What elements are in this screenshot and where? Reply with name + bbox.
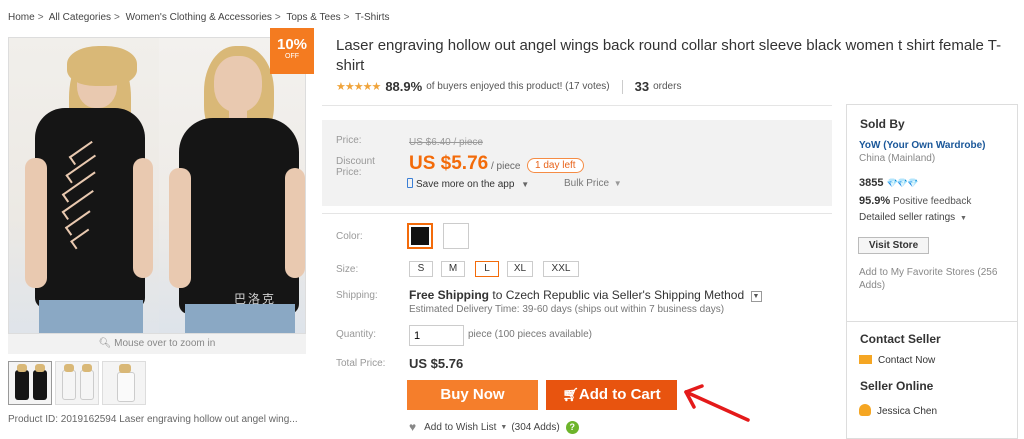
product-id: Product ID: 2019162594 Laser engraving h… [8, 414, 298, 425]
shipping-label: Shipping: [336, 290, 378, 301]
seller-online-heading: Seller Online [860, 379, 934, 393]
original-price: US $6.40 / piece [409, 137, 483, 148]
rating-stars-icon: ★★★★★ [336, 81, 381, 93]
size-option-xxl[interactable]: XXL [543, 261, 579, 277]
thumbnail-1[interactable] [8, 361, 52, 405]
delivery-estimate: Estimated Delivery Time: 39-60 days (shi… [409, 304, 725, 315]
discount-badge-text: OFF [285, 53, 299, 60]
shipping-info: Free Shipping to Czech Republic via Sell… [409, 288, 762, 302]
breadcrumb: Home > All Categories > Women's Clothing &… [8, 12, 390, 23]
seller-score-row: 3855 💎💎💎 [859, 177, 919, 189]
total-price-label: Total Price: [336, 358, 386, 369]
divider [322, 105, 832, 106]
heart-icon[interactable]: ♥ [409, 420, 416, 434]
red-arrow-annotation [684, 384, 750, 422]
phone-icon [407, 178, 413, 188]
contact-now-link[interactable]: Contact Now [859, 355, 935, 366]
per-piece-label: / piece [491, 161, 521, 172]
chevron-down-icon: ▼ [613, 179, 622, 188]
bulk-price-label: Bulk Price [564, 178, 610, 189]
rating-divider [621, 79, 623, 94]
image-watermark: 巴洛克 [234, 292, 277, 306]
feedback-label: Positive feedback [892, 196, 972, 207]
sold-by-heading: Sold By [860, 117, 905, 131]
seller-location: China (Mainland) [859, 153, 936, 164]
breadcrumb-all-categories[interactable]: All Categories [49, 12, 111, 23]
breadcrumb-t-shirts[interactable]: T-Shirts [355, 12, 389, 23]
color-option-black[interactable] [407, 223, 433, 249]
person-icon [859, 404, 871, 416]
days-left-badge: 1 day left [527, 158, 584, 173]
add-to-cart-label: Add to Cart [578, 386, 661, 403]
thumbnail-2[interactable] [55, 361, 99, 405]
mail-icon [859, 355, 872, 364]
thumbnail-3[interactable] [102, 361, 146, 405]
chevron-down-icon: ▼ [959, 215, 967, 222]
contact-now-label: Contact Now [878, 355, 936, 366]
save-on-app-label: Save more on the app [416, 179, 515, 190]
magnifier-icon: 🔍︎ [98, 338, 112, 349]
breadcrumb-womens-clothing[interactable]: Women's Clothing & Accessories [126, 12, 272, 23]
zoom-hint-text: Mouse over to zoom in [114, 338, 216, 349]
add-favorite-store-link[interactable]: Add to My Favorite Stores (256 Adds) [859, 266, 1011, 292]
product-title: Laser engraving hollow out angel wings b… [336, 37, 1002, 74]
size-option-s[interactable]: S [409, 261, 433, 277]
wish-list-row: ♥ Add to Wish List ▼ (304 Adds) ? [409, 420, 579, 434]
discount-badge: 10% OFF [270, 28, 314, 74]
wish-list-count: (304 Adds) [511, 421, 560, 433]
online-seller-link[interactable]: Jessica Chen [859, 404, 937, 417]
free-shipping-text: Free Shipping [409, 288, 490, 302]
size-label: Size: [336, 264, 359, 275]
size-option-l[interactable]: L [475, 261, 499, 277]
quantity-availability: piece (100 pieces available) [468, 329, 592, 340]
divider [322, 213, 832, 214]
save-on-app-dropdown[interactable]: Save more on the app ▼ [407, 178, 529, 190]
discount-badge-value: 10% [276, 36, 308, 53]
breadcrumb-home[interactable]: Home [8, 12, 35, 23]
help-icon[interactable]: ? [565, 420, 579, 434]
feedback-percent: 95.9% [859, 195, 891, 207]
orders-count[interactable]: 33 [635, 79, 649, 94]
thumbnail-strip [8, 361, 149, 408]
zoom-hint: 🔍︎ Mouse over to zoom in [8, 334, 306, 354]
color-option-white[interactable] [443, 223, 469, 249]
discount-price: US $5.76 [409, 153, 489, 174]
add-to-cart-button[interactable]: 🛒︎Add to Cart [546, 380, 677, 410]
detailed-ratings-label: Detailed seller ratings [859, 212, 956, 223]
cart-icon: 🛒︎ [562, 387, 579, 402]
seller-name-link[interactable]: YoW (Your Own Wardrobe) [859, 140, 985, 151]
rating-text[interactable]: of buyers enjoyed this product! (17 vote… [426, 81, 609, 92]
price-label: Price: [336, 135, 362, 146]
shipping-to-text: to [492, 288, 503, 302]
bulk-price-dropdown[interactable]: Bulk Price ▼ [564, 178, 622, 189]
detailed-ratings-dropdown[interactable]: Detailed seller ratings ▼ [859, 212, 967, 223]
breadcrumb-tops-tees[interactable]: Tops & Tees [286, 12, 340, 23]
positive-feedback-row: 95.9% Positive feedback [859, 195, 971, 207]
online-seller-name: Jessica Chen [877, 406, 938, 417]
chevron-down-icon: ▼ [500, 423, 508, 431]
rating-percent: 88.9% [385, 79, 423, 94]
add-to-wish-list-link[interactable]: Add to Wish List [424, 422, 496, 433]
total-price: US $5.76 [409, 356, 464, 371]
quantity-label: Quantity: [336, 329, 377, 340]
seller-score[interactable]: 3855 [859, 177, 883, 189]
visit-store-button[interactable]: Visit Store [858, 237, 929, 254]
color-label: Color: [336, 231, 363, 242]
diamond-rank-icon: 💎💎💎 [886, 178, 919, 188]
contact-seller-heading: Contact Seller [860, 332, 941, 346]
quantity-input[interactable] [409, 325, 464, 346]
rating-row: ★★★★★ 88.9% of buyers enjoyed this produ… [336, 79, 681, 94]
shipping-country[interactable]: Czech Republic [506, 288, 590, 302]
buy-now-button[interactable]: Buy Now [407, 380, 538, 410]
orders-label[interactable]: orders [653, 81, 681, 92]
size-option-m[interactable]: M [441, 261, 465, 277]
chevron-down-icon: ▼ [521, 180, 530, 189]
discount-price-label: Discount Price: [336, 156, 375, 178]
size-option-xl[interactable]: XL [507, 261, 533, 277]
shipping-method-dropdown-icon[interactable]: ▼ [750, 291, 762, 302]
shipping-via-text: via Seller's Shipping Method [593, 288, 745, 302]
